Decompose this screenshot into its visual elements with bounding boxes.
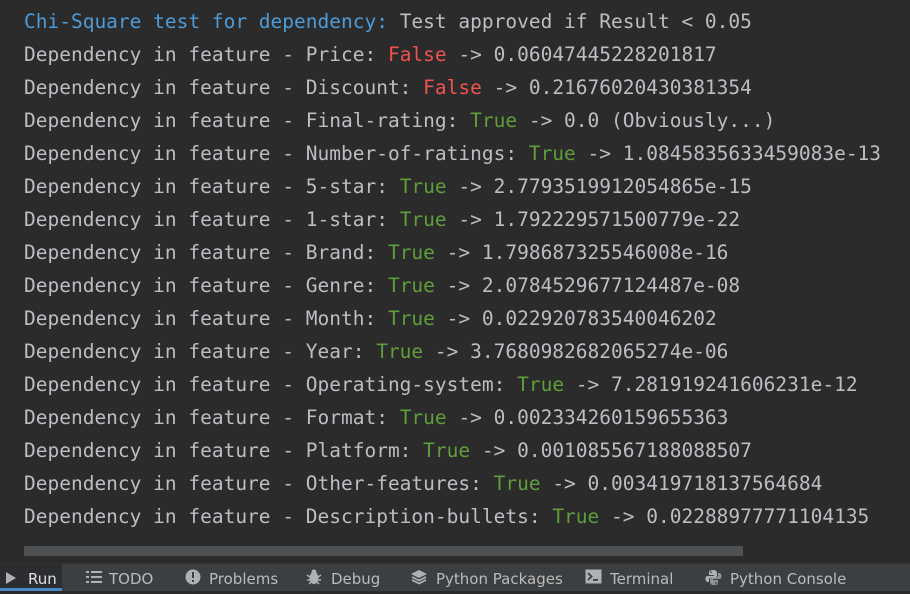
- console-line-result: -> 0.002334260159655363: [446, 406, 729, 429]
- console-line-result: -> 3.7680982682065274e-06: [423, 340, 729, 363]
- horizontal-scrollbar[interactable]: [24, 546, 743, 556]
- console-line-prefix: Dependency in feature - Discount:: [24, 76, 424, 99]
- console-line-result: -> 0.02288977771104135: [599, 505, 870, 528]
- tool-window-bar: Run TODO Problems Debug Python Packages …: [0, 563, 910, 591]
- console-line-result: -> 2.7793519912054865e-15: [446, 175, 752, 198]
- console-line: Dependency in feature - Description-bull…: [24, 506, 869, 539]
- console-line: Dependency in feature - Platform: True -…: [24, 440, 752, 473]
- console-line-status: True: [376, 340, 424, 363]
- console-header-line: Chi-Square test for dependency: Test app…: [24, 11, 752, 44]
- tab-debug[interactable]: Debug: [306, 564, 386, 591]
- console-line: Dependency in feature - Operating-system…: [24, 374, 858, 407]
- console-line-result: -> 0.022920783540046202: [434, 307, 717, 330]
- tab-terminal[interactable]: Terminal: [585, 564, 680, 591]
- console-line-prefix: Dependency in feature - Other-features:: [24, 472, 494, 495]
- console-line-status: True: [399, 175, 447, 198]
- console-line: Dependency in feature - Year: True -> 3.…: [24, 341, 728, 374]
- console-line-status: True: [399, 406, 447, 429]
- tab-run[interactable]: Run: [0, 564, 62, 591]
- console-line: Dependency in feature - Brand: True -> 1…: [24, 242, 728, 275]
- console-line-result: -> 0.003419718137564684: [540, 472, 823, 495]
- console-line-prefix: Dependency in feature - 1-star:: [24, 208, 400, 231]
- tab-python-packages[interactable]: Python Packages: [410, 564, 563, 591]
- console-line-status: True: [423, 439, 471, 462]
- console-line: Dependency in feature - 5-star: True -> …: [24, 176, 752, 209]
- list-icon: [86, 571, 102, 583]
- console-header-text: Test approved if Result < 0.05: [387, 10, 752, 33]
- console-line-prefix: Dependency in feature - Month:: [24, 307, 388, 330]
- console-line-prefix: Dependency in feature - Price:: [24, 43, 388, 66]
- console-line: Dependency in feature - Genre: True -> 2…: [24, 275, 740, 308]
- console-line-result: -> 0.001085567188088507: [470, 439, 752, 462]
- console-line-result: -> 1.798687325546008e-16: [434, 241, 729, 264]
- console-line-status: True: [493, 472, 541, 495]
- console-header-title: Chi-Square test for dependency:: [24, 10, 388, 33]
- console-line-result: -> 7.281919241606231e-12: [564, 373, 858, 396]
- console-line: Dependency in feature - Month: True -> 0…: [24, 308, 717, 341]
- console-line-prefix: Dependency in feature - Description-bull…: [24, 505, 553, 528]
- python-icon: [705, 570, 722, 585]
- console-line-prefix: Dependency in feature - Format:: [24, 406, 400, 429]
- console-line: Dependency in feature - Number-of-rating…: [24, 143, 881, 176]
- console-line-result: -> 0.0 (Obviously...): [517, 109, 776, 132]
- layers-icon: [411, 570, 427, 585]
- console-line-prefix: Dependency in feature - Final-rating:: [24, 109, 471, 132]
- console-line: Dependency in feature - 1-star: True -> …: [24, 209, 740, 242]
- console-line-result: -> 1.792229571500779e-22: [446, 208, 741, 231]
- terminal-icon: [585, 569, 602, 584]
- console-line-prefix: Dependency in feature - Platform:: [24, 439, 424, 462]
- console-line-status: False: [387, 43, 447, 66]
- console-line-result: -> 0.21676020430381354: [481, 76, 752, 99]
- console-line: Dependency in feature - Price: False -> …: [24, 44, 717, 77]
- bug-icon: [306, 569, 322, 585]
- console-line-status: True: [552, 505, 600, 528]
- console-line-status: True: [399, 208, 447, 231]
- console-line-prefix: Dependency in feature - Brand:: [24, 241, 388, 264]
- console-line-result: -> 2.0784529677124487e-08: [434, 274, 741, 297]
- console-line-status: True: [387, 274, 435, 297]
- tab-todo[interactable]: TODO: [86, 564, 158, 591]
- warning-icon: [185, 569, 201, 585]
- console-line-prefix: Dependency in feature - Number-of-rating…: [24, 142, 529, 165]
- console-line-prefix: Dependency in feature - Genre:: [24, 274, 388, 297]
- console-line-status: True: [387, 307, 435, 330]
- console-line: Dependency in feature - Discount: False …: [24, 77, 752, 110]
- run-console-output: Chi-Square test for dependency: Test app…: [0, 0, 910, 560]
- console-line-status: True: [517, 373, 565, 396]
- console-line-status: True: [387, 241, 435, 264]
- console-line-result: -> 1.0845835633459083e-13: [575, 142, 882, 165]
- tab-python-console[interactable]: Python Console: [705, 564, 846, 591]
- console-line-status: False: [423, 76, 482, 99]
- console-line-prefix: Dependency in feature - 5-star:: [24, 175, 400, 198]
- console-line: Dependency in feature - Format: True -> …: [24, 407, 728, 440]
- console-line-status: True: [528, 142, 576, 165]
- tab-problems[interactable]: Problems: [185, 564, 280, 591]
- console-line-result: -> 0.06047445228201817: [446, 43, 717, 66]
- console-line-prefix: Dependency in feature - Year:: [24, 340, 377, 363]
- console-line-status: True: [470, 109, 518, 132]
- play-icon: [6, 572, 16, 584]
- console-line: Dependency in feature - Final-rating: Tr…: [24, 110, 775, 143]
- console-line-prefix: Dependency in feature - Operating-system…: [24, 373, 518, 396]
- console-line: Dependency in feature - Other-features: …: [24, 473, 822, 506]
